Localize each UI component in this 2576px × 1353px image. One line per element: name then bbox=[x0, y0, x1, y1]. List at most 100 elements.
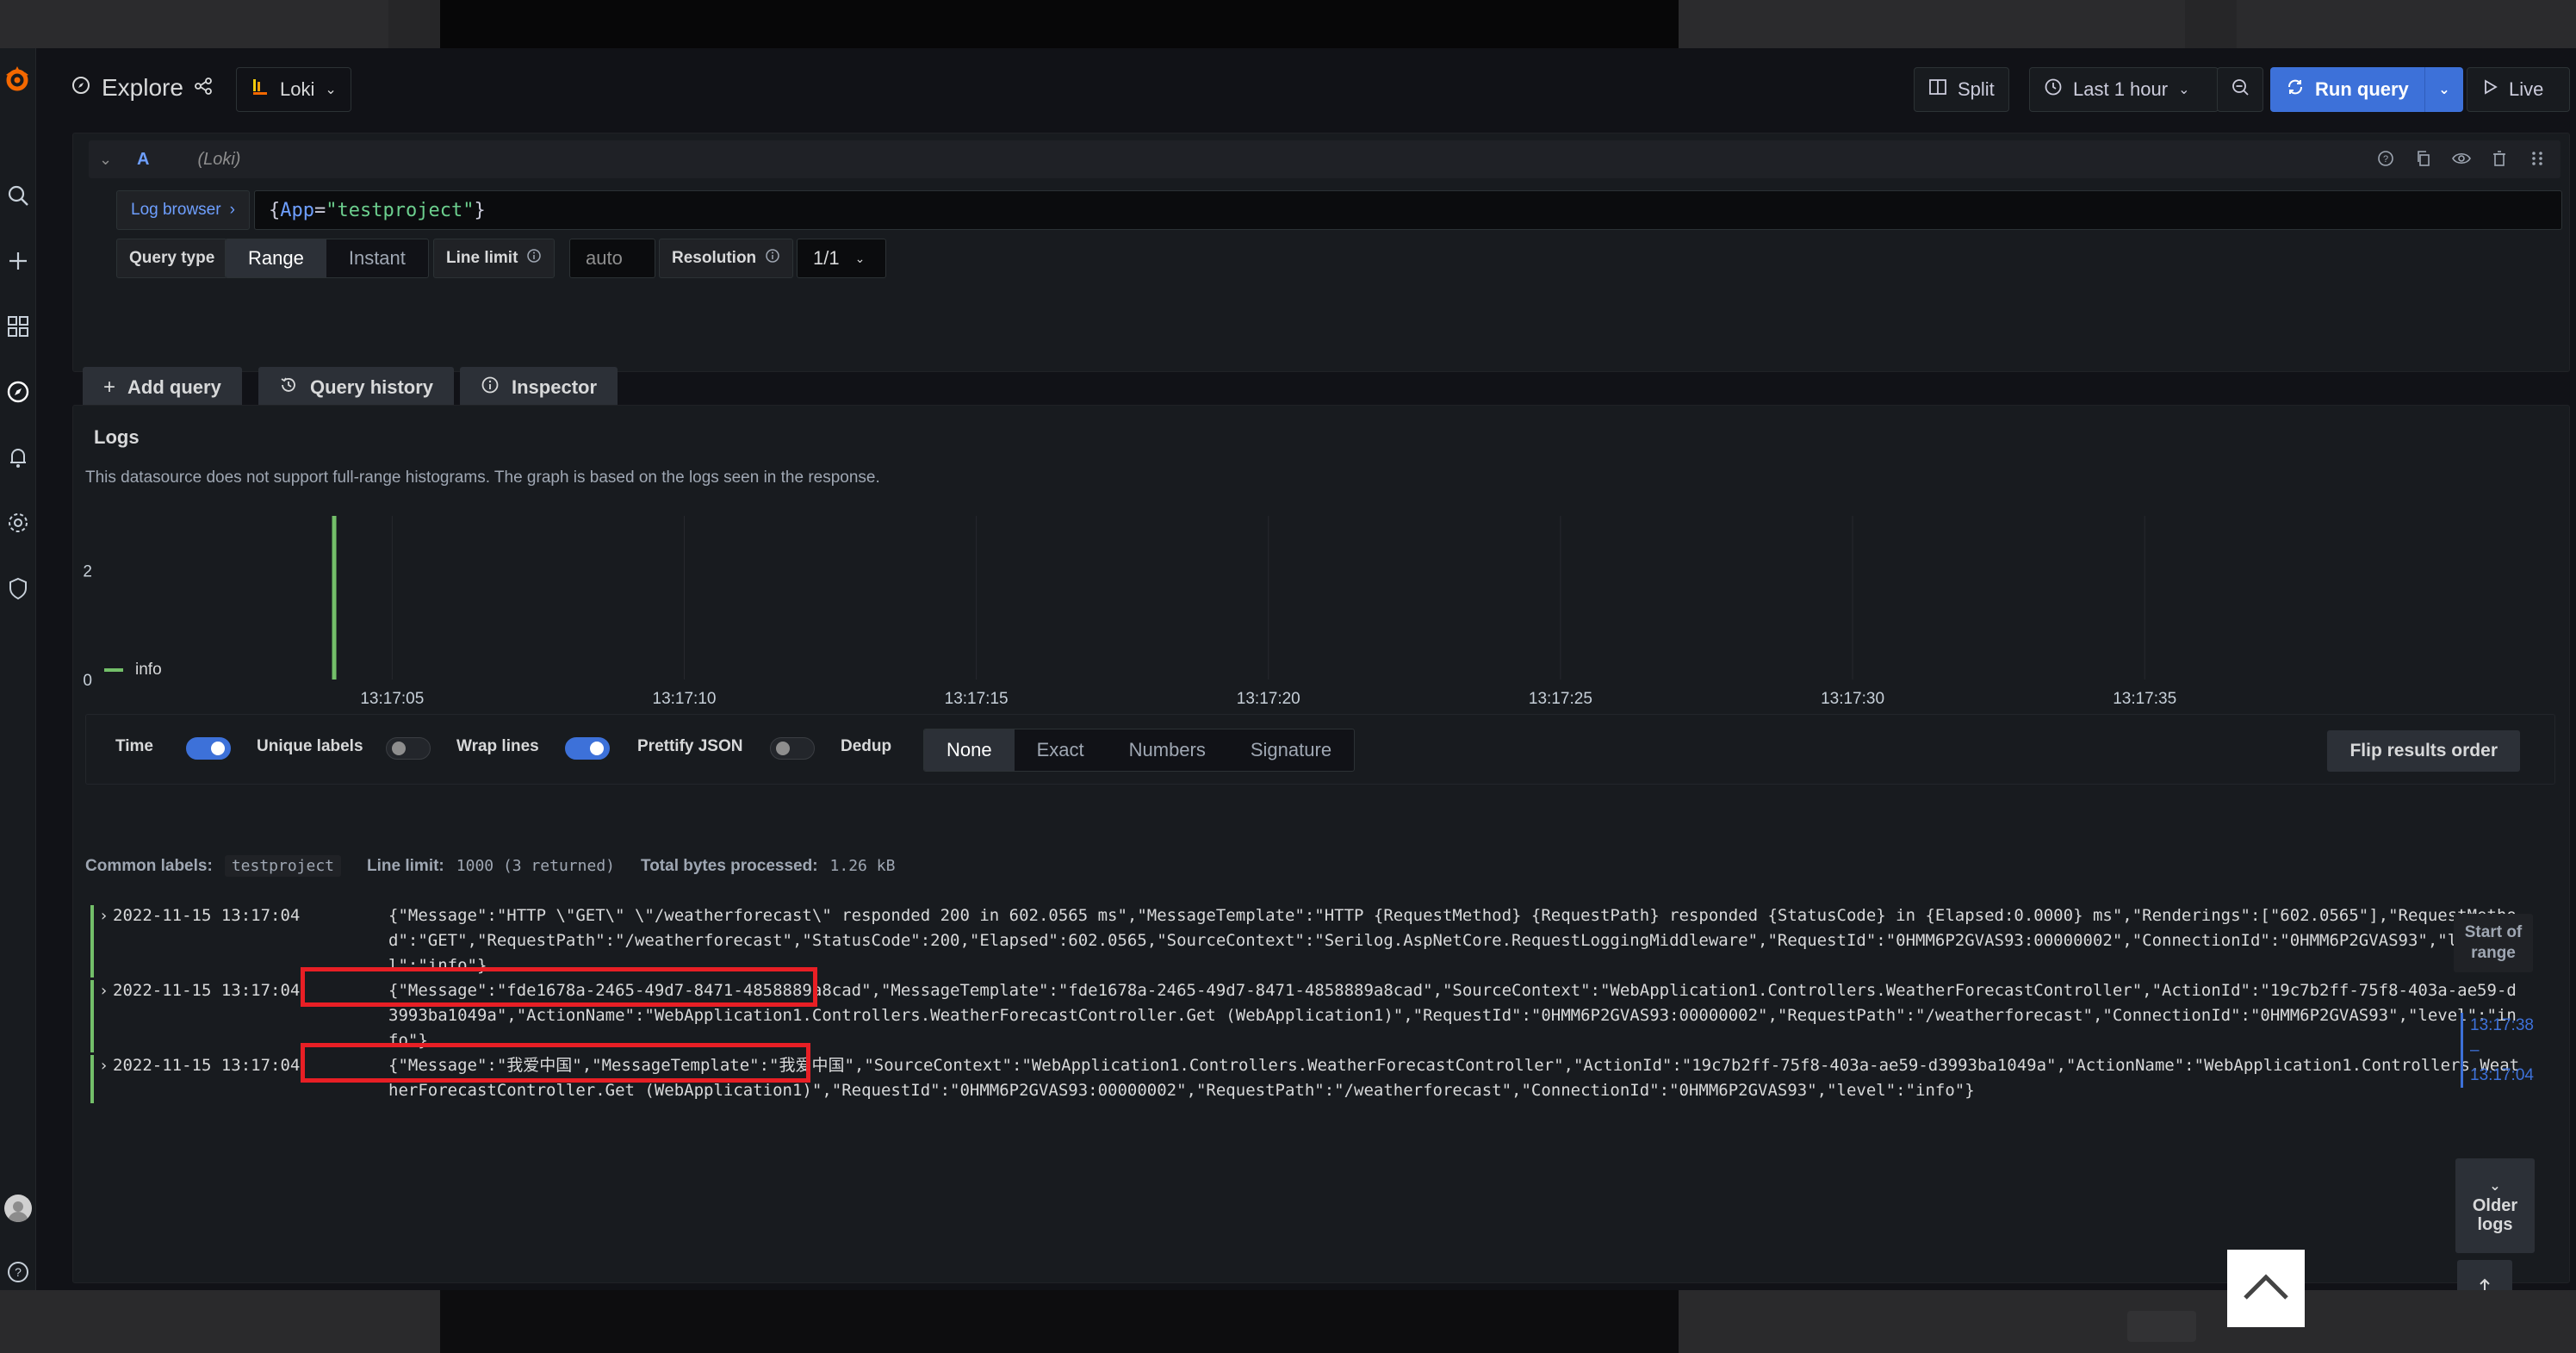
logs-volume-histogram: 13:17:05 13:17:10 13:17:15 13:17:20 13:17:25… bbox=[83, 516, 2176, 708]
drag-handle-icon[interactable] bbox=[2526, 147, 2548, 170]
time-range-picker[interactable]: Last 1 hour ⌄ bbox=[2029, 67, 2219, 112]
query-row-header: ⌄ A (Loki) ? bbox=[89, 140, 2560, 178]
live-label: Live bbox=[2509, 78, 2544, 100]
dedup-none[interactable]: None bbox=[924, 729, 1015, 771]
log-level-indicator bbox=[90, 905, 94, 978]
range-from: 13:17:38 bbox=[2470, 1016, 2534, 1034]
bytes-processed-value: 1.26 kB bbox=[829, 857, 896, 875]
log-browser-button[interactable]: Log browser › bbox=[116, 190, 250, 230]
back-to-top-overlay-button[interactable] bbox=[2227, 1250, 2305, 1327]
dedup-numbers[interactable]: Numbers bbox=[1107, 729, 1228, 771]
grafana-logo-icon[interactable] bbox=[0, 62, 34, 96]
background-bottom bbox=[0, 1290, 2576, 1353]
info-circle-icon[interactable] bbox=[765, 248, 780, 269]
x-tick-label: 13:17:05 bbox=[360, 690, 424, 708]
alerting-icon[interactable] bbox=[3, 443, 33, 472]
query-editor: ⌄ A (Loki) ? Log browser › { App = "test… bbox=[72, 133, 2570, 372]
grafana-explore-window: ? Explore Loki ⌄ Split Last 1 hour ⌄ Run… bbox=[0, 48, 2576, 1290]
explore-title-text: Explore bbox=[102, 74, 183, 101]
run-query-button[interactable]: Run query ⌄ bbox=[2270, 67, 2463, 112]
prettify-json-toggle[interactable] bbox=[770, 737, 815, 760]
info-circle-icon[interactable] bbox=[526, 248, 542, 269]
query-type-range[interactable]: Range bbox=[226, 239, 326, 277]
log-level-indicator bbox=[90, 1055, 94, 1103]
common-labels-label: Common labels: bbox=[85, 856, 213, 875]
dedup-exact[interactable]: Exact bbox=[1015, 729, 1107, 771]
plus-icon[interactable] bbox=[3, 246, 33, 276]
zoom-out-button[interactable] bbox=[2217, 67, 2263, 112]
time-toggle[interactable] bbox=[186, 737, 231, 760]
logs-meta-row: Common labels: testproject Line limit: 1… bbox=[85, 855, 895, 877]
trash-icon[interactable] bbox=[2488, 147, 2511, 170]
dashboards-icon[interactable] bbox=[3, 312, 33, 341]
query-label-key: App bbox=[280, 199, 314, 221]
query-type-instant[interactable]: Instant bbox=[326, 239, 428, 277]
range-time-indicator[interactable]: 13:17:38 – 13:17:04 bbox=[2461, 1013, 2538, 1088]
query-type-radio-group: Range Instant bbox=[225, 239, 429, 278]
query-brace-close: } bbox=[474, 199, 486, 221]
x-tick-label: 13:17:25 bbox=[1529, 690, 1592, 708]
chevron-right-icon[interactable]: › bbox=[99, 903, 109, 928]
query-brace-open: { bbox=[269, 199, 281, 221]
wrap-lines-toggle[interactable] bbox=[565, 737, 610, 760]
share-icon[interactable] bbox=[194, 74, 213, 102]
shield-icon[interactable] bbox=[3, 574, 33, 603]
legend-label[interactable]: info bbox=[135, 661, 162, 680]
older-logs-button[interactable]: ⌄ Older logs bbox=[2455, 1158, 2535, 1253]
line-limit-meta-label: Line limit: bbox=[367, 856, 444, 875]
copy-icon[interactable] bbox=[2412, 147, 2435, 170]
inspector-button[interactable]: Inspector bbox=[460, 367, 618, 408]
query-datasource-name: (Loki) bbox=[197, 149, 241, 169]
help-icon[interactable]: ? bbox=[2374, 147, 2397, 170]
add-query-label: Add query bbox=[127, 376, 221, 398]
range-to: 13:17:04 bbox=[2470, 1066, 2534, 1084]
chevron-down-icon: ⌄ bbox=[325, 83, 337, 97]
user-avatar-icon[interactable] bbox=[3, 1194, 33, 1223]
split-label: Split bbox=[1958, 78, 1995, 100]
chevron-down-icon: ⌄ bbox=[854, 251, 866, 265]
search-icon[interactable] bbox=[3, 181, 33, 210]
time-toggle-label: Time bbox=[115, 737, 154, 755]
query-ref-id[interactable]: A bbox=[137, 150, 149, 170]
line-limit-input[interactable]: auto bbox=[569, 239, 655, 278]
y-tick-label: 0 bbox=[83, 672, 92, 690]
query-history-button[interactable]: Query history bbox=[258, 367, 455, 408]
unique-labels-toggle[interactable] bbox=[386, 737, 431, 760]
explore-toolbar: Explore Loki ⌄ Split Last 1 hour ⌄ Run q… bbox=[36, 48, 2576, 131]
resolution-select[interactable]: 1/1 ⌄ bbox=[797, 239, 886, 278]
x-tick-label: 13:17:20 bbox=[1237, 690, 1300, 708]
datasource-picker[interactable]: Loki ⌄ bbox=[236, 67, 351, 112]
line-limit-label-text: Line limit bbox=[446, 249, 518, 267]
chevron-down-icon: ⌄ bbox=[2489, 1179, 2501, 1194]
dedup-signature[interactable]: Signature bbox=[1228, 729, 1354, 771]
chevron-right-icon[interactable]: › bbox=[99, 978, 109, 1003]
histogram-bar bbox=[332, 516, 337, 680]
background-left bbox=[0, 0, 440, 48]
eye-icon[interactable] bbox=[2450, 147, 2473, 170]
collapse-chevron-icon[interactable]: ⌄ bbox=[99, 151, 120, 169]
x-tick-label: 13:17:15 bbox=[945, 690, 1009, 708]
query-type-label: Query type bbox=[116, 239, 228, 278]
chart-legend: info bbox=[104, 661, 162, 680]
info-circle-icon bbox=[481, 375, 500, 400]
older-logs-label: Older logs bbox=[2472, 1196, 2518, 1234]
query-expression-input[interactable]: { App = "testproject" } bbox=[254, 190, 2562, 230]
start-of-range-panel[interactable]: Start of range bbox=[2454, 914, 2533, 972]
chevron-right-icon[interactable]: › bbox=[99, 1053, 109, 1078]
background-right bbox=[1679, 0, 2576, 48]
flip-results-order-button[interactable]: Flip results order bbox=[2327, 730, 2520, 772]
split-button[interactable]: Split bbox=[1914, 67, 2009, 112]
settings-icon[interactable] bbox=[3, 508, 33, 537]
add-query-button[interactable]: + Add query bbox=[83, 367, 242, 408]
background-top bbox=[440, 0, 1679, 48]
scroll-to-top-button[interactable] bbox=[2457, 1260, 2512, 1290]
dedup-radio-group: None Exact Numbers Signature bbox=[923, 729, 1356, 772]
run-query-interval-dropdown[interactable]: ⌄ bbox=[2425, 81, 2463, 98]
line-limit-label: Line limit bbox=[433, 239, 556, 278]
live-button[interactable]: Live bbox=[2467, 67, 2570, 112]
query-type-label-text: Query type bbox=[129, 249, 215, 267]
help-icon[interactable]: ? bbox=[3, 1257, 33, 1287]
bytes-processed-label: Total bytes processed: bbox=[641, 856, 818, 875]
resolution-label: Resolution bbox=[659, 239, 794, 278]
explore-icon[interactable] bbox=[3, 377, 33, 407]
